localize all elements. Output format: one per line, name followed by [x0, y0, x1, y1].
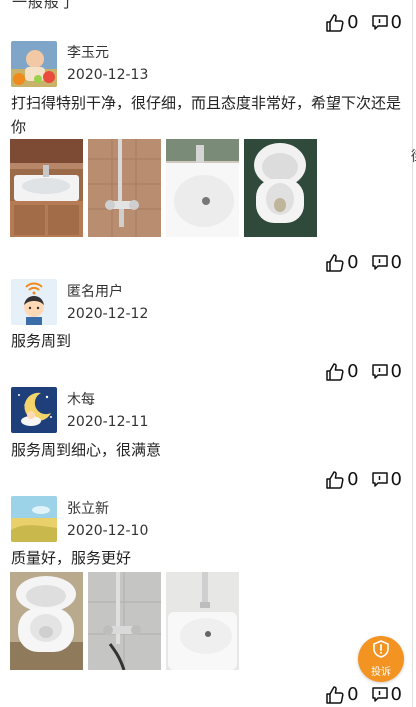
sink-photo[interactable] [166, 139, 239, 237]
comment-icon [371, 363, 389, 381]
like-count: 0 [347, 469, 359, 490]
avatar[interactable] [11, 496, 57, 542]
comment-icon [371, 686, 389, 704]
complaint-button[interactable]: 投诉 [358, 636, 404, 682]
comment-icon [371, 471, 389, 489]
complaint-label: 投诉 [371, 667, 391, 678]
comment-icon [371, 14, 389, 32]
like-button[interactable]: 0 [325, 361, 359, 382]
comment-button[interactable]: 0 [371, 361, 402, 382]
comment-button[interactable]: 0 [371, 252, 402, 273]
review-list-page: 一般般了 街 0 0 李玉元 2020-12-13 打扫得特别干 [0, 0, 416, 707]
previous-review-text: 一般般了 [12, 0, 77, 11]
comment-icon [371, 254, 389, 272]
review-content: 质量好，服务更好 [11, 549, 132, 567]
review-actions: 0 0 [325, 252, 402, 273]
like-button[interactable]: 0 [325, 469, 359, 490]
review-content: 服务周到细心，很满意 [11, 441, 162, 459]
toilet-photo[interactable] [244, 139, 317, 237]
edge-partial-text: 街 [411, 146, 416, 166]
toilet-photo[interactable] [10, 572, 83, 670]
like-button[interactable]: 0 [325, 252, 359, 273]
comment-count: 0 [390, 12, 402, 33]
avatar[interactable] [11, 387, 57, 433]
review-date: 2020-12-11 [67, 414, 149, 430]
like-count: 0 [347, 12, 359, 33]
review-date: 2020-12-13 [67, 67, 149, 83]
thumbs-up-icon [325, 253, 345, 273]
thumbs-up-icon [325, 685, 345, 705]
thumbs-up-icon [325, 470, 345, 490]
like-count: 0 [347, 684, 359, 705]
like-count: 0 [347, 252, 359, 273]
thumbs-up-icon [325, 13, 345, 33]
review-date: 2020-12-12 [67, 306, 149, 322]
reviewer-name: 匿名用户 [67, 284, 123, 300]
review-content: 服务周到 [11, 332, 72, 350]
like-button[interactable]: 0 [325, 12, 359, 33]
review-actions: 0 0 [325, 12, 402, 33]
comment-count: 0 [390, 469, 402, 490]
like-button[interactable]: 0 [325, 684, 359, 705]
washbasin-photo[interactable] [10, 139, 83, 237]
comment-count: 0 [390, 252, 402, 273]
comment-button[interactable]: 0 [371, 12, 402, 33]
review-actions: 0 0 [325, 361, 402, 382]
review-date: 2020-12-10 [67, 523, 149, 539]
edge-divider [412, 0, 413, 707]
avatar[interactable] [11, 41, 57, 87]
reviewer-name: 张立新 [67, 501, 109, 517]
comment-button[interactable]: 0 [371, 469, 402, 490]
thumbs-up-icon [325, 362, 345, 382]
reviewer-name: 李玉元 [67, 45, 109, 61]
review-actions: 0 0 [325, 684, 402, 705]
comment-button[interactable]: 0 [371, 684, 402, 705]
review-actions: 0 0 [325, 469, 402, 490]
avatar[interactable] [11, 279, 57, 325]
comment-count: 0 [390, 361, 402, 382]
sink-photo[interactable] [166, 572, 239, 670]
comment-count: 0 [390, 684, 402, 705]
review-content: 打扫得特别干净，很仔细，而且态度非常好，希望下次还是你 [11, 94, 402, 136]
shower-pipe-photo[interactable] [88, 572, 161, 670]
shower-faucet-photo[interactable] [88, 139, 161, 237]
like-count: 0 [347, 361, 359, 382]
shield-alert-icon [372, 640, 390, 662]
reviewer-name: 木每 [67, 392, 95, 408]
